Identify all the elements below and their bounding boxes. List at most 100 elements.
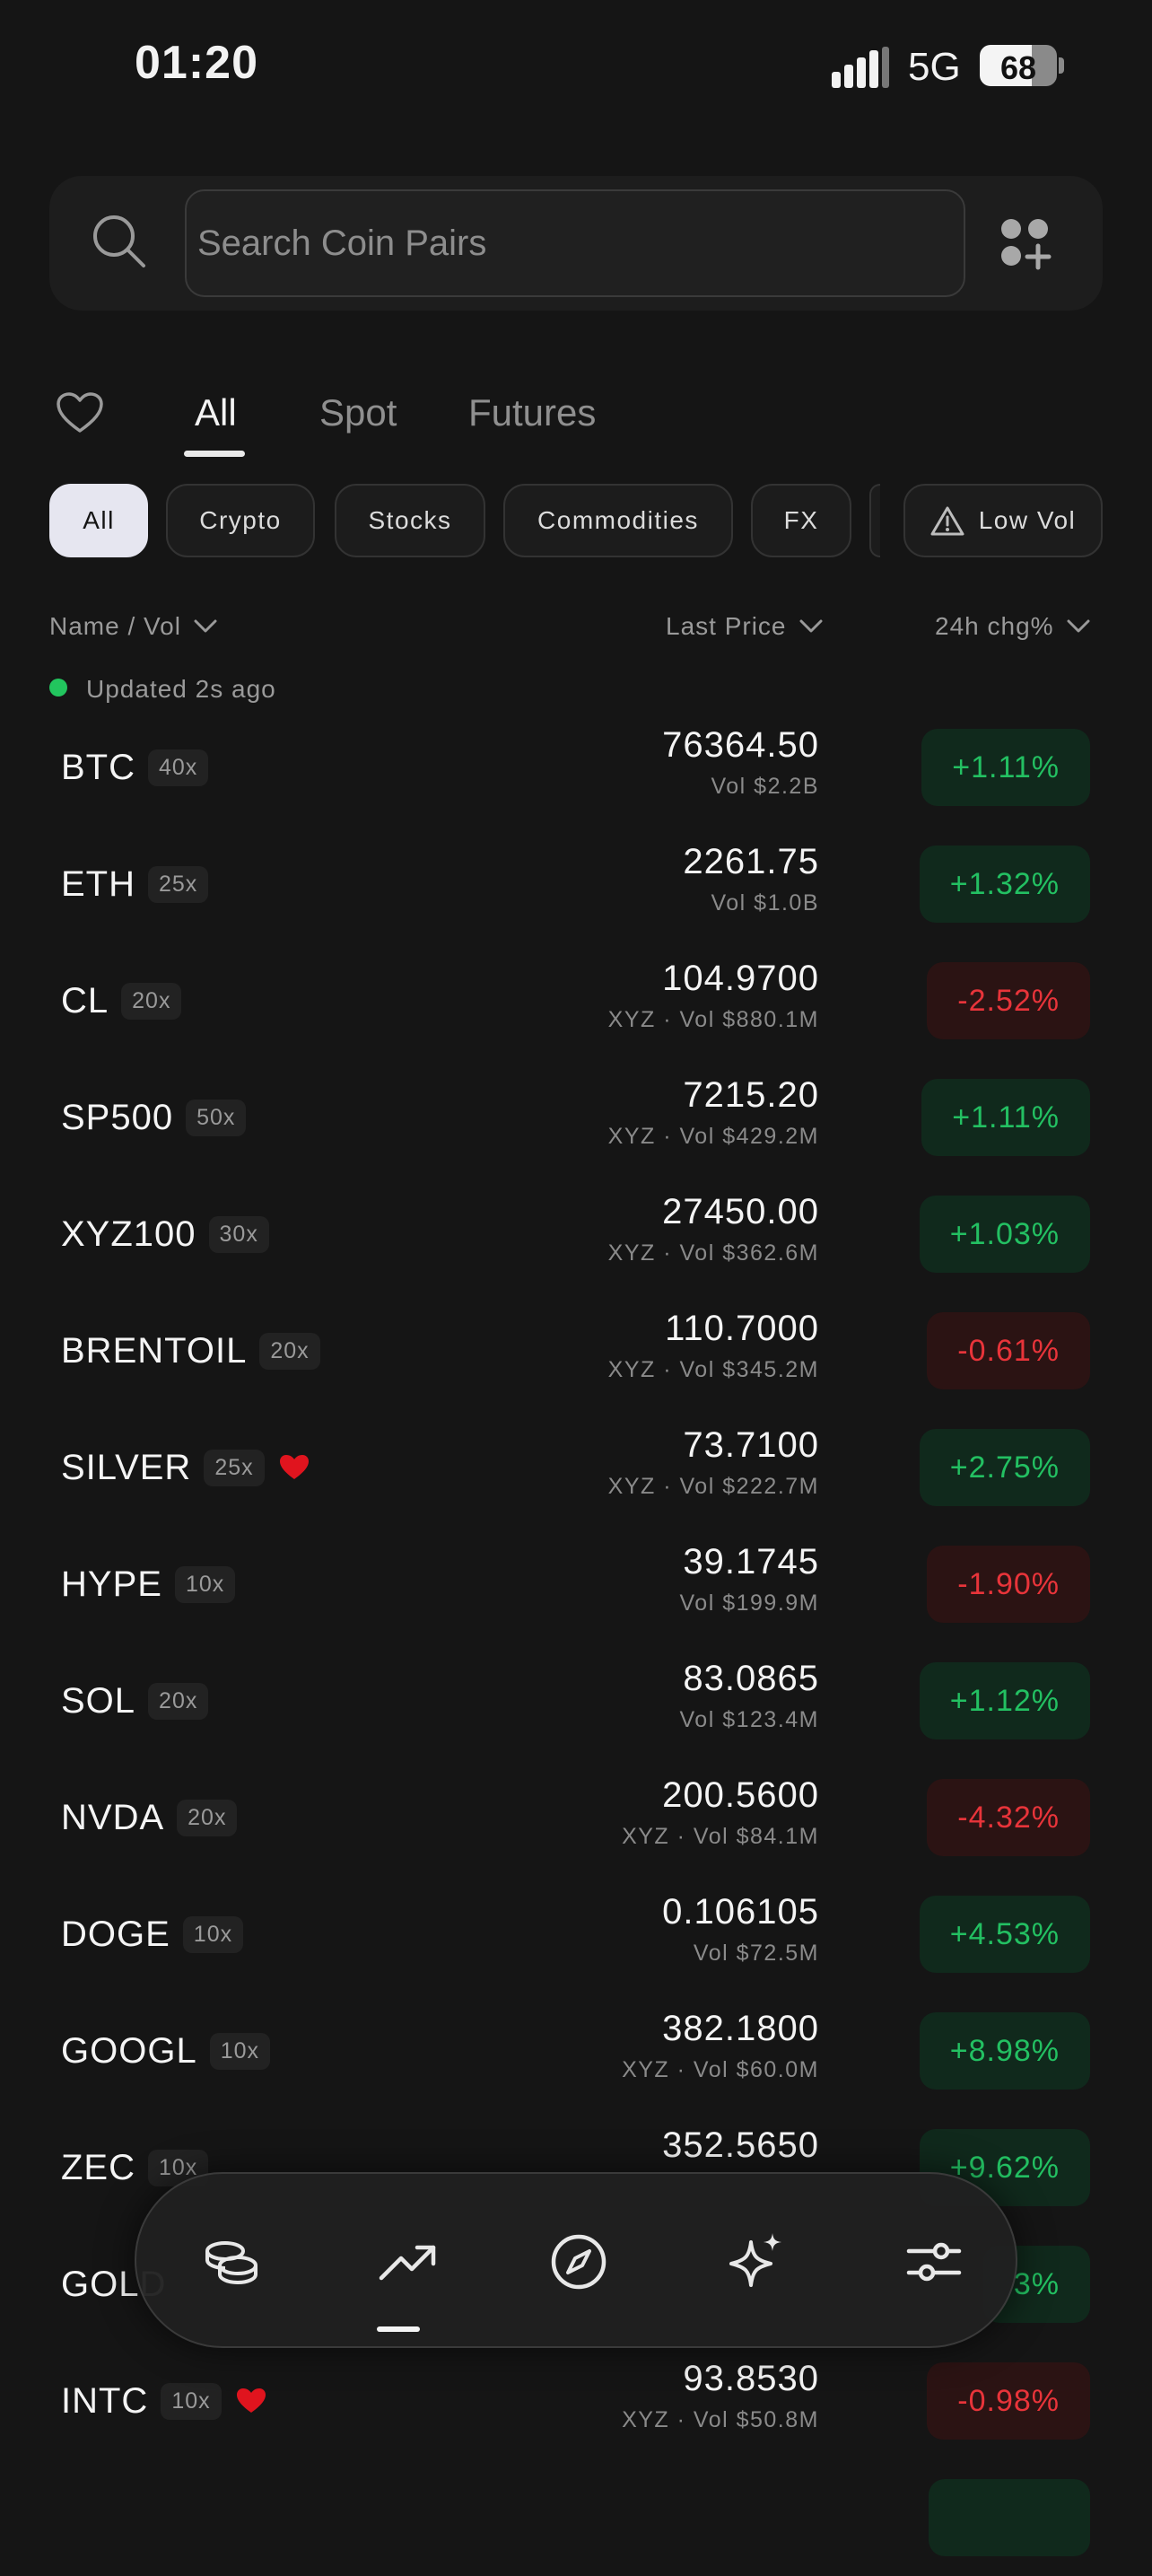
leverage-badge: 10x	[209, 2032, 271, 2070]
compass-icon	[551, 2234, 607, 2290]
filter-chip-low-vol-label: Low Vol	[978, 506, 1077, 534]
favorites-tab-heart-icon[interactable]	[56, 391, 104, 434]
tab-all[interactable]: All	[195, 391, 237, 434]
sort-name-vol[interactable]: Name / Vol	[49, 612, 217, 641]
filter-chip-crypto[interactable]: Crypto	[166, 484, 315, 557]
row-volume: Vol $2.2B	[711, 774, 819, 799]
market-row[interactable]: HYPE 10x 39.1745 Vol $199.9M -1.90%	[0, 1526, 1152, 1643]
leverage-badge: 50x	[186, 1099, 247, 1136]
column-last-price-label: Last Price	[666, 612, 787, 640]
row-symbol-group: BTC 40x	[61, 709, 209, 826]
row-change-badge[interactable]: -0.61%	[927, 1312, 1090, 1389]
row-volume: Vol $1.0B	[711, 890, 819, 916]
row-symbol-group: ETH 25x	[61, 826, 209, 942]
filter-chip-stocks[interactable]: Stocks	[335, 484, 485, 557]
row-last-price: 2261.75	[683, 842, 819, 881]
row-last-price: 0.106105	[662, 1892, 819, 1932]
nav-explore[interactable]	[520, 2174, 637, 2350]
bottom-nav-bar	[135, 2172, 1017, 2348]
row-change-badge[interactable]: +1.03%	[919, 1196, 1090, 1273]
row-symbol-group: DOGE 10x	[61, 1876, 244, 1993]
nav-settings[interactable]	[876, 2174, 992, 2350]
row-change-badge[interactable]: -2.52%	[927, 962, 1090, 1039]
filter-chip-fx[interactable]: FX	[751, 484, 851, 557]
row-change-badge[interactable]	[929, 2479, 1090, 2556]
row-change-badge[interactable]: -1.90%	[927, 1546, 1090, 1623]
row-change-badge[interactable]: +1.32%	[919, 846, 1090, 923]
leverage-badge: 20x	[259, 1332, 320, 1370]
row-symbol: INTC	[61, 2380, 149, 2421]
market-row[interactable]: SILVER 25x 73.7100 XYZ · Vol $222.7M +2.75%	[0, 1409, 1152, 1526]
row-last-price: 110.7000	[665, 1309, 819, 1348]
filter-chip-commodities[interactable]: Commodities	[503, 484, 733, 557]
column-name-vol-label: Name / Vol	[49, 612, 181, 640]
sliders-icon	[906, 2242, 962, 2282]
nav-ai[interactable]	[698, 2174, 815, 2350]
row-symbol: SOL	[61, 1680, 136, 1721]
market-row[interactable]: SOL 20x 83.0865 Vol $123.4M +1.12%	[0, 1643, 1152, 1759]
favorite-heart-icon[interactable]	[279, 1454, 310, 1481]
leverage-badge: 20x	[177, 1799, 238, 1836]
market-row[interactable]: XYZ100 30x 27450.00 XYZ · Vol $362.6M +1.03%	[0, 1176, 1152, 1292]
leverage-badge: 20x	[121, 982, 182, 1020]
favorite-heart-icon[interactable]	[236, 2388, 266, 2414]
row-volume: XYZ · Vol $362.6M	[607, 1240, 819, 1266]
row-last-price: 27450.00	[662, 1192, 819, 1231]
chevron-down-icon	[799, 619, 822, 633]
row-change-badge[interactable]: +2.75%	[919, 1429, 1090, 1506]
nav-trending[interactable]	[350, 2174, 467, 2350]
column-change-label: 24h chg%	[935, 612, 1054, 640]
add-favorites-icon[interactable]	[999, 217, 1053, 271]
live-status-dot	[49, 679, 67, 697]
row-symbol: ETH	[61, 863, 135, 904]
row-symbol-group: CL 20x	[61, 942, 182, 1059]
search-icon[interactable]	[90, 212, 147, 269]
row-last-price: 200.5600	[662, 1775, 819, 1815]
row-volume: Vol $72.5M	[693, 1941, 819, 1966]
market-row[interactable]: INTC 10x 93.8530 XYZ · Vol $50.8M -0.98%	[0, 2343, 1152, 2459]
market-row[interactable]: DOGE 10x 0.106105 Vol $72.5M +4.53%	[0, 1876, 1152, 1993]
filter-chip-partial[interactable]	[869, 484, 880, 557]
market-row[interactable]	[0, 2459, 1152, 2576]
tab-futures[interactable]: Futures	[468, 391, 596, 434]
tab-active-indicator	[184, 451, 245, 457]
chevron-down-icon	[1067, 619, 1090, 633]
row-symbol: HYPE	[61, 1564, 162, 1604]
row-symbol-group: SP500 50x	[61, 1059, 247, 1176]
network-type: 5G	[908, 45, 961, 89]
trending-up-icon	[379, 2245, 436, 2281]
leverage-badge: 25x	[148, 865, 209, 903]
row-symbol: NVDA	[61, 1797, 165, 1837]
filter-chip-low-vol[interactable]: Low Vol	[903, 484, 1103, 557]
market-row[interactable]: SP500 50x 7215.20 XYZ · Vol $429.2M +1.11%	[0, 1059, 1152, 1176]
row-change-badge[interactable]: -0.98%	[927, 2362, 1090, 2440]
row-change-badge[interactable]: +8.98%	[919, 2012, 1090, 2090]
filter-chip-all[interactable]: All	[49, 484, 148, 557]
row-last-price: 73.7100	[683, 1425, 819, 1465]
row-volume: XYZ · Vol $84.1M	[622, 1824, 819, 1849]
row-symbol: ZEC	[61, 2147, 135, 2187]
row-symbol: BRENTOIL	[61, 1330, 248, 1371]
search-input[interactable]	[185, 189, 965, 297]
row-symbol-group: SILVER 25x	[61, 1409, 310, 1526]
market-row[interactable]: BRENTOIL 20x 110.7000 XYZ · Vol $345.2M -0.6…	[0, 1292, 1152, 1409]
row-change-badge[interactable]: -4.32%	[927, 1779, 1090, 1856]
row-change-badge[interactable]: +1.12%	[919, 1662, 1090, 1739]
row-last-price: 7215.20	[683, 1075, 819, 1115]
market-row[interactable]: BTC 40x 76364.50 Vol $2.2B +1.11%	[0, 709, 1152, 826]
row-change-badge[interactable]: +4.53%	[919, 1896, 1090, 1973]
row-change-badge[interactable]: +1.11%	[921, 1079, 1090, 1156]
nav-markets-coins[interactable]	[172, 2174, 289, 2350]
market-row[interactable]: NVDA 20x 200.5600 XYZ · Vol $84.1M -4.32%	[0, 1759, 1152, 1876]
market-row[interactable]: CL 20x 104.9700 XYZ · Vol $880.1M -2.52%	[0, 942, 1152, 1059]
chevron-down-icon	[194, 619, 217, 633]
row-symbol: BTC	[61, 747, 135, 787]
sort-last-price[interactable]: Last Price	[666, 612, 823, 641]
updated-timestamp: Updated 2s ago	[86, 675, 276, 703]
row-volume: Vol $123.4M	[679, 1707, 819, 1732]
row-change-badge[interactable]: +1.11%	[921, 729, 1090, 806]
market-row[interactable]: GOOGL 10x 382.1800 XYZ · Vol $60.0M +8.98%	[0, 1993, 1152, 2109]
market-row[interactable]: ETH 25x 2261.75 Vol $1.0B +1.32%	[0, 826, 1152, 942]
tab-spot[interactable]: Spot	[319, 391, 397, 434]
sort-24h-change[interactable]: 24h chg%	[935, 612, 1090, 641]
